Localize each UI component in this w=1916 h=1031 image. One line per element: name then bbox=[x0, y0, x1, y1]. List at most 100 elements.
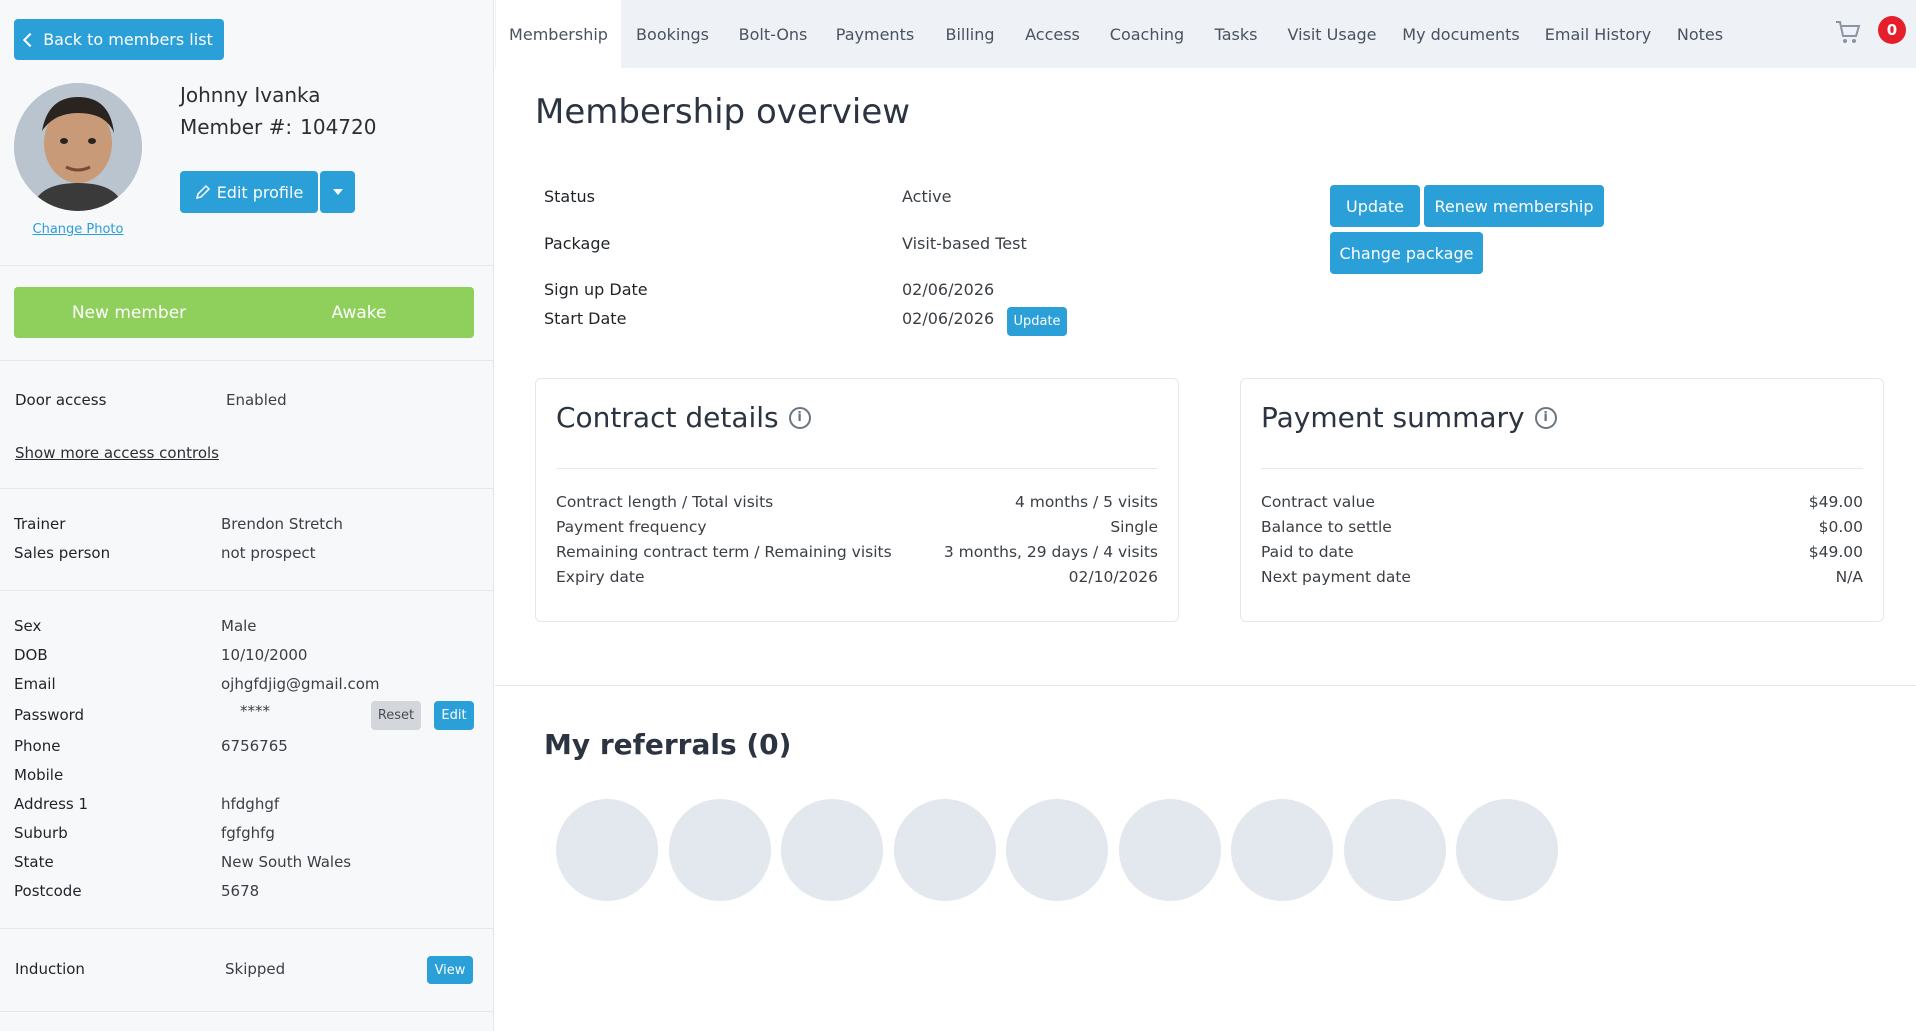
contract-row-label: Remaining contract term / Remaining visi… bbox=[556, 543, 892, 561]
member-name: Johnny Ivanka bbox=[180, 83, 321, 107]
password-value: **** bbox=[240, 702, 270, 720]
tab-email-history[interactable]: Email History bbox=[1540, 0, 1656, 68]
edit-password-button[interactable]: Edit bbox=[434, 701, 474, 730]
tab-membership[interactable]: Membership bbox=[496, 0, 621, 68]
change-package-button[interactable]: Change package bbox=[1330, 232, 1483, 274]
contract-row-label: Payment frequency bbox=[556, 518, 707, 536]
door-access-value: Enabled bbox=[226, 391, 287, 409]
tab-notes[interactable]: Notes bbox=[1673, 0, 1727, 68]
contract-row-value: 4 months / 5 visits bbox=[1014, 493, 1158, 511]
payment-row-value: $49.00 bbox=[1808, 493, 1863, 511]
payment-summary-card: Payment summary i Contract value $49.00 … bbox=[1240, 378, 1884, 622]
payment-summary-title: Payment summary i bbox=[1261, 401, 1557, 434]
reset-password-button[interactable]: Reset bbox=[371, 701, 421, 730]
edit-profile-button[interactable]: Edit profile bbox=[180, 171, 318, 213]
sales-person-value: not prospect bbox=[221, 544, 316, 562]
trainer-value: Brendon Stretch bbox=[221, 515, 343, 533]
view-induction-button[interactable]: View bbox=[427, 956, 473, 984]
referral-placeholder bbox=[1006, 799, 1108, 901]
tab-tasks[interactable]: Tasks bbox=[1208, 0, 1264, 68]
referral-placeholder bbox=[669, 799, 771, 901]
contract-details-card: Contract details i Contract length / Tot… bbox=[535, 378, 1179, 622]
chevron-left-icon bbox=[23, 32, 38, 47]
contract-row-value: 3 months, 29 days / 4 visits bbox=[943, 543, 1158, 561]
contract-row: Contract length / Total visits 4 months … bbox=[556, 493, 1158, 518]
sales-person-label: Sales person bbox=[14, 544, 111, 562]
status-label: Status bbox=[544, 187, 595, 206]
package-label: Package bbox=[544, 234, 611, 253]
start-date-label: Start Date bbox=[544, 309, 627, 328]
tab-visit-usage[interactable]: Visit Usage bbox=[1282, 0, 1382, 68]
divider bbox=[495, 685, 1916, 686]
signup-date-value: 02/06/2026 bbox=[902, 280, 995, 299]
divider bbox=[0, 928, 494, 929]
induction-label: Induction bbox=[15, 960, 85, 978]
edit-profile-label: Edit profile bbox=[216, 182, 304, 202]
divider bbox=[0, 1011, 494, 1012]
payment-row-label: Next payment date bbox=[1261, 568, 1411, 586]
show-more-access-link[interactable]: Show more access controls bbox=[15, 444, 219, 462]
tab-coaching[interactable]: Coaching bbox=[1103, 0, 1191, 68]
contract-row-label: Expiry date bbox=[556, 568, 645, 586]
sex-value: Male bbox=[221, 617, 257, 635]
state-label: State bbox=[14, 853, 54, 871]
referral-placeholder bbox=[781, 799, 883, 901]
divider bbox=[0, 265, 494, 266]
suburb-label: Suburb bbox=[14, 824, 68, 842]
divider bbox=[0, 360, 494, 361]
update-membership-button[interactable]: Update bbox=[1330, 185, 1420, 227]
info-icon[interactable]: i bbox=[788, 406, 811, 429]
dob-label: DOB bbox=[14, 646, 48, 664]
info-icon[interactable]: i bbox=[1534, 406, 1557, 429]
address-label: Address 1 bbox=[14, 795, 89, 813]
divider bbox=[0, 590, 494, 591]
status-new-member: New member bbox=[71, 302, 187, 323]
contract-details-title: Contract details i bbox=[556, 401, 811, 434]
tab-bolt-ons[interactable]: Bolt-Ons bbox=[733, 0, 813, 68]
referral-placeholder bbox=[1119, 799, 1221, 901]
status-awake: Awake bbox=[331, 302, 387, 323]
update-start-date-button[interactable]: Update bbox=[1007, 307, 1067, 336]
referral-placeholder bbox=[1456, 799, 1558, 901]
payment-row-label: Paid to date bbox=[1261, 543, 1354, 561]
change-photo-link[interactable]: Change Photo bbox=[18, 222, 138, 237]
renew-membership-button[interactable]: Renew membership bbox=[1424, 185, 1604, 227]
referrals-title: My referrals (0) bbox=[544, 728, 792, 761]
contract-details-heading: Contract details bbox=[556, 401, 779, 434]
caret-down-icon bbox=[332, 189, 343, 195]
divider bbox=[556, 468, 1158, 469]
password-label: Password bbox=[14, 706, 85, 724]
induction-value: Skipped bbox=[225, 960, 286, 978]
member-number: Member #: 104720 bbox=[180, 115, 376, 139]
phone-value: 6756765 bbox=[221, 737, 288, 755]
back-to-members-button[interactable]: Back to members list bbox=[14, 19, 224, 60]
member-status-bar: New member Awake bbox=[14, 287, 474, 338]
divider bbox=[0, 488, 494, 489]
edit-profile-dropdown-button[interactable] bbox=[320, 171, 355, 213]
contract-row-label: Contract length / Total visits bbox=[556, 493, 774, 511]
email-value: ojhgfdjig@gmail.com bbox=[221, 675, 380, 693]
package-value: Visit-based Test bbox=[902, 234, 1027, 253]
state-value: New South Wales bbox=[221, 853, 352, 871]
dob-value: 10/10/2000 bbox=[221, 646, 308, 664]
start-date-value: 02/06/2026 bbox=[902, 309, 995, 328]
status-value: Active bbox=[902, 187, 952, 206]
postcode-label: Postcode bbox=[14, 882, 82, 900]
referral-placeholder bbox=[1344, 799, 1446, 901]
tab-payments[interactable]: Payments bbox=[830, 0, 920, 68]
door-access-label: Door access bbox=[15, 391, 107, 409]
contract-row-value: Single bbox=[1110, 518, 1158, 536]
member-sidebar: Back to members list Change Photo Johnny… bbox=[0, 0, 494, 1031]
tab-access[interactable]: Access bbox=[1020, 0, 1085, 68]
payment-row: Balance to settle $0.00 bbox=[1261, 518, 1863, 543]
tab-my-documents[interactable]: My documents bbox=[1399, 0, 1523, 68]
tab-billing[interactable]: Billing bbox=[938, 0, 1002, 68]
tab-bookings[interactable]: Bookings bbox=[630, 0, 715, 68]
shopping-cart-icon[interactable] bbox=[1834, 18, 1862, 46]
signup-date-label: Sign up Date bbox=[544, 280, 648, 299]
sex-label: Sex bbox=[14, 617, 42, 635]
payment-row-value: $0.00 bbox=[1818, 518, 1863, 536]
address-value: hfdghgf bbox=[221, 795, 280, 813]
suburb-value: fgfghfg bbox=[221, 824, 275, 842]
back-button-label: Back to members list bbox=[43, 30, 213, 49]
